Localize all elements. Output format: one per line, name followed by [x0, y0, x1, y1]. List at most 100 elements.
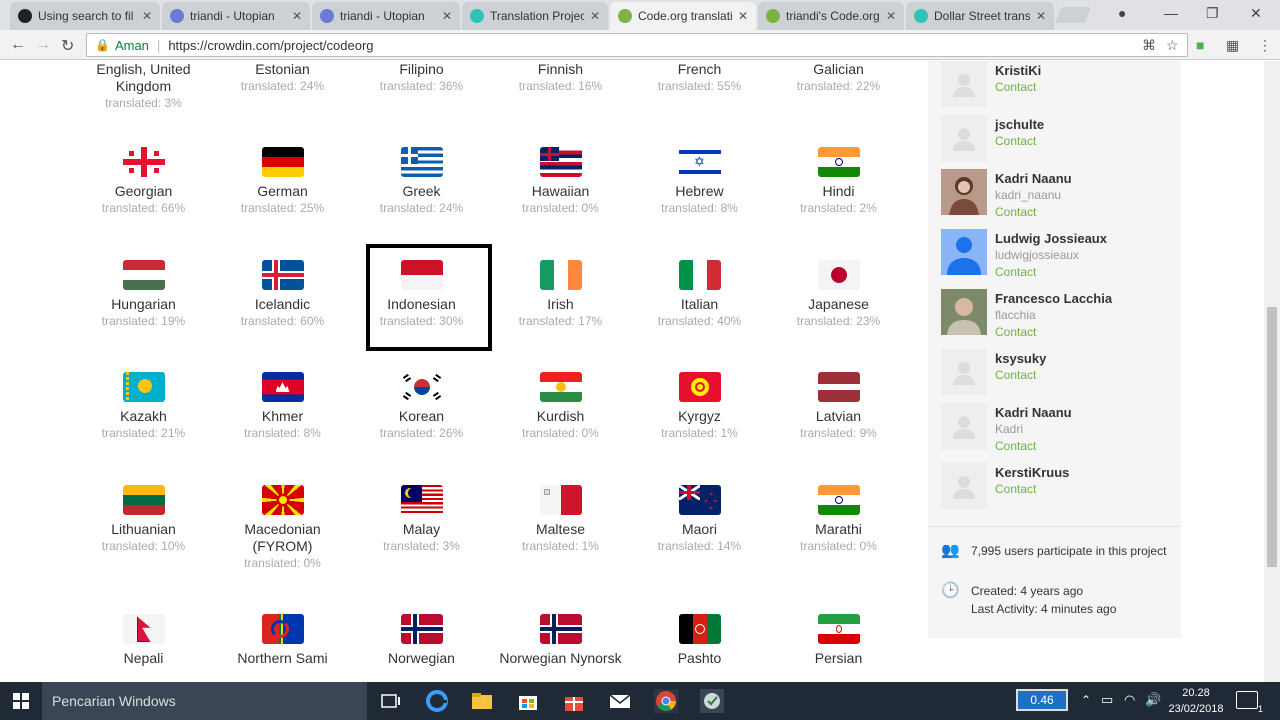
language-card-maori[interactable]: ★ ★ ★ ★ Maori translated: 14% [630, 485, 769, 555]
close-window-icon[interactable]: ✕ [1250, 5, 1262, 22]
task-view-icon[interactable] [378, 689, 402, 713]
language-card-maltese[interactable]: Maltese translated: 1% [491, 485, 630, 555]
volume-icon[interactable]: 🔊 [1145, 692, 1161, 708]
browser-tab[interactable]: triandi - Utopian ✕ [162, 2, 310, 30]
contact-link[interactable]: Contact [995, 134, 1036, 148]
browser-tab[interactable]: Translation Project ✕ [462, 2, 608, 30]
contact-link[interactable]: Contact [995, 482, 1036, 496]
language-card-finnish[interactable]: Finnish translated: 16% [491, 61, 630, 95]
windows-start-icon[interactable] [0, 682, 42, 720]
language-card-greek[interactable]: Greek translated: 24% [352, 147, 491, 217]
app-icon[interactable] [700, 689, 724, 713]
language-card-french[interactable]: French translated: 55% [630, 61, 769, 95]
restore-icon[interactable]: ❐ [1206, 5, 1219, 22]
profile-icon[interactable]: ● [1118, 5, 1126, 21]
language-card-kurdish[interactable]: Kurdish translated: 0% [491, 372, 630, 442]
new-tab-button[interactable] [1055, 7, 1091, 23]
contact-link[interactable]: Contact [995, 368, 1036, 382]
language-card-korean[interactable]: Korean translated: 26% [352, 372, 491, 442]
language-card-latvian[interactable]: Latvian translated: 9% [769, 372, 908, 442]
language-card-pashto[interactable]: Pashto [630, 614, 769, 667]
translate-icon[interactable]: ⌘ [1142, 37, 1156, 54]
language-card-hawaiian[interactable]: Hawaiian translated: 0% [491, 147, 630, 217]
translated-percent: translated: 19% [101, 314, 186, 328]
close-tab-icon[interactable]: ✕ [442, 9, 452, 23]
language-card-hindi[interactable]: Hindi translated: 2% [769, 147, 908, 217]
browser-tab[interactable]: Using search to fil ✕ [10, 2, 160, 30]
language-card-persian[interactable]: Persian [769, 614, 908, 667]
language-card-italian[interactable]: Italian translated: 40% [630, 260, 769, 330]
language-card-english-uk[interactable]: English, United Kingdom translated: 3% [74, 61, 213, 112]
language-card-japanese[interactable]: Japanese translated: 23% [769, 260, 908, 330]
contact-link[interactable]: Contact [995, 439, 1036, 453]
close-tab-icon[interactable]: ✕ [142, 9, 152, 23]
language-card-macedonian[interactable]: Macedonian (FYROM) translated: 0% [213, 485, 352, 572]
language-card-kyrgyz[interactable]: Kyrgyz translated: 1% [630, 372, 769, 442]
scrollbar-thumb[interactable] [1267, 307, 1277, 567]
close-tab-icon[interactable]: ✕ [738, 9, 748, 23]
language-card-norwegian[interactable]: Norwegian [352, 614, 491, 667]
language-card-norwegian-nynorsk[interactable]: Norwegian Nynorsk [491, 614, 630, 667]
extension-icon[interactable]: ■ [1196, 37, 1204, 53]
contact-link[interactable]: Contact [995, 265, 1036, 279]
windows-taskbar: Pencarian Windows 0.46 ⌃ ▭ ◠ 🔊 20.28 23/… [0, 682, 1280, 720]
translated-percent: translated: 36% [379, 79, 464, 93]
crowdin-icon [618, 9, 632, 23]
reload-icon[interactable]: ↻ [61, 36, 74, 56]
chrome-icon[interactable] [654, 689, 678, 713]
language-card-marathi[interactable]: Marathi translated: 0% [769, 485, 908, 555]
browser-tab[interactable]: triandi - Utopian ✕ [312, 2, 460, 30]
language-card-kazakh[interactable]: Kazakh translated: 21% [74, 372, 213, 442]
forward-icon[interactable]: → [35, 36, 51, 54]
browser-tab[interactable]: triandi's Code.org ✕ [758, 2, 904, 30]
close-tab-icon[interactable]: ✕ [590, 9, 600, 23]
language-card-khmer[interactable]: Khmer translated: 8% [213, 372, 352, 442]
url-input[interactable]: 🔒 Aman | https://crowdin.com/project/cod… [86, 33, 1188, 57]
translated-percent: translated: 0% [800, 539, 877, 553]
edge-browser-icon[interactable] [425, 689, 449, 713]
gift-icon[interactable] [562, 689, 586, 713]
browser-tab[interactable]: Dollar Street trans ✕ [906, 2, 1054, 30]
wifi-icon[interactable]: ◠ [1124, 692, 1135, 708]
windows-search-input[interactable]: Pencarian Windows [42, 682, 367, 720]
language-card-malay[interactable]: Malay translated: 3% [352, 485, 491, 555]
language-card-georgian[interactable]: Georgian translated: 66% [74, 147, 213, 217]
tray-chevron-icon[interactable]: ⌃ [1081, 693, 1091, 707]
member-photo-avatar [941, 289, 987, 335]
contact-link[interactable]: Contact [995, 205, 1036, 219]
contact-link[interactable]: Contact [995, 325, 1036, 339]
menu-icon[interactable]: ⋮ [1258, 37, 1272, 54]
language-card-hebrew[interactable]: ✡ Hebrew translated: 8% [630, 147, 769, 217]
system-clock[interactable]: 20.28 23/02/2018 [1166, 685, 1226, 717]
language-card-icelandic[interactable]: Icelandic translated: 60% [213, 260, 352, 330]
contact-link[interactable]: Contact [995, 80, 1036, 94]
language-card-estonian[interactable]: Estonian translated: 24% [213, 61, 352, 95]
network-meter[interactable]: 0.46 [1016, 689, 1068, 711]
close-tab-icon[interactable]: ✕ [292, 9, 302, 23]
language-name: Maltese [535, 521, 586, 537]
store-icon[interactable] [516, 689, 540, 713]
language-card-lithuanian[interactable]: Lithuanian translated: 10% [74, 485, 213, 555]
language-card-irish[interactable]: Irish translated: 17% [491, 260, 630, 330]
minimize-icon[interactable]: — [1164, 5, 1178, 21]
activity-stat: 🕒 Created: 4 years ago Last Activity: 4 … [941, 582, 1181, 620]
language-card-nepali[interactable]: Nepali [74, 614, 213, 667]
qr-extension-icon[interactable]: ▦ [1226, 37, 1239, 54]
bookmark-star-icon[interactable]: ☆ [1166, 37, 1179, 54]
member-name: jschulte [995, 117, 1045, 132]
back-icon[interactable]: ← [10, 36, 26, 54]
language-card-german[interactable]: German translated: 25% [213, 147, 352, 217]
battery-icon[interactable]: ▭ [1101, 692, 1113, 708]
page-scrollbar[interactable] [1264, 61, 1280, 682]
notifications-icon[interactable]: 1 [1236, 691, 1263, 714]
translated-percent: translated: 60% [240, 314, 325, 328]
close-tab-icon[interactable]: ✕ [1036, 9, 1046, 23]
browser-tab-active[interactable]: Code.org translati ✕ [610, 2, 756, 30]
close-tab-icon[interactable]: ✕ [886, 9, 896, 23]
language-card-filipino[interactable]: Filipino translated: 36% [352, 61, 491, 95]
mail-icon[interactable] [608, 689, 632, 713]
language-card-hungarian[interactable]: Hungarian translated: 19% [74, 260, 213, 330]
language-card-northern-sami[interactable]: Northern Sami [213, 614, 352, 667]
language-card-galician[interactable]: Galician translated: 22% [769, 61, 908, 95]
file-explorer-icon[interactable] [470, 689, 494, 713]
